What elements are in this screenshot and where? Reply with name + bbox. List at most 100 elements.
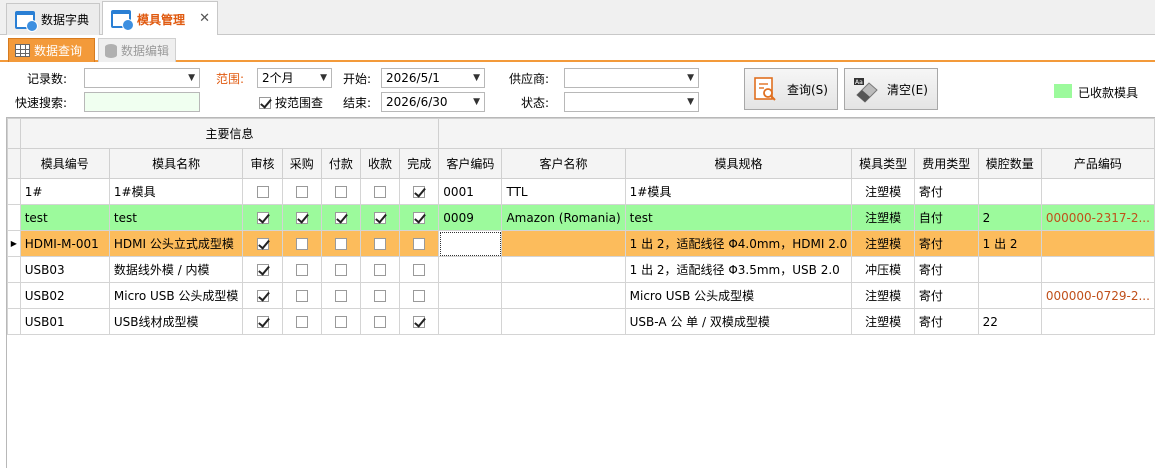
end-date-picker[interactable]: 2026/6/30 ▼ [381, 92, 485, 112]
checkbox-unchecked-icon[interactable] [374, 186, 387, 198]
quick-search-input[interactable] [84, 92, 200, 112]
column-header[interactable]: 模具规格 [624, 148, 853, 179]
checkbox-unchecked-icon[interactable] [295, 290, 308, 302]
cavity-count-cell[interactable] [977, 282, 1042, 309]
column-header[interactable]: 收款 [359, 148, 401, 179]
mold-spec-cell[interactable]: USB-A 公 单 / 双模成型模 [624, 308, 853, 335]
row-indicator[interactable] [7, 178, 21, 205]
receive-checkbox-cell[interactable] [359, 204, 401, 231]
row-indicator[interactable] [7, 256, 21, 283]
checkbox-unchecked-icon[interactable] [374, 238, 387, 250]
audit-checkbox-cell[interactable] [242, 178, 283, 205]
column-header[interactable]: 模具名称 [108, 148, 244, 179]
row-indicator[interactable] [7, 204, 21, 231]
audit-checkbox-cell[interactable] [242, 308, 283, 335]
column-header[interactable]: 模具类型 [851, 148, 915, 179]
pay-checkbox-cell[interactable] [320, 230, 361, 257]
customer-name-cell[interactable]: Amazon (Romania) [501, 204, 626, 231]
audit-checkbox-cell[interactable] [242, 204, 283, 231]
receive-checkbox-cell[interactable] [359, 308, 401, 335]
table-row[interactable]: ▶ HDMI-M-001 HDMI 公头立式成型模 1 出 2，适配线径 Φ4.0mm… [7, 230, 1155, 257]
receive-checkbox-cell[interactable] [359, 230, 401, 257]
checkbox-checked-icon[interactable] [256, 316, 269, 328]
mold-code-cell[interactable]: HDMI-M-001 [19, 230, 110, 257]
column-header[interactable]: 模腔数量 [977, 148, 1042, 179]
customer-name-cell[interactable] [501, 256, 626, 283]
checkbox-unchecked-icon[interactable] [295, 238, 308, 250]
mold-code-cell[interactable]: 1# [19, 178, 110, 205]
product-code-cell[interactable] [1040, 308, 1155, 335]
customer-code-cell[interactable] [438, 308, 503, 335]
mold-name-cell[interactable]: 数据线外模 / 内模 [108, 256, 244, 283]
column-header[interactable]: 客户名称 [501, 148, 626, 179]
column-header[interactable]: 审核 [242, 148, 283, 179]
purchase-checkbox-cell[interactable] [281, 256, 322, 283]
checkbox-checked-icon[interactable] [256, 264, 269, 276]
done-checkbox-cell[interactable] [399, 178, 440, 205]
checkbox-unchecked-icon[interactable] [334, 316, 347, 328]
table-row[interactable]: test test 0009 Amazon (Romania) test 注塑模 自付 2 00… [7, 204, 1155, 231]
purchase-checkbox-cell[interactable] [281, 308, 322, 335]
customer-code-cell[interactable] [438, 282, 503, 309]
done-checkbox-cell[interactable] [399, 282, 440, 309]
mold-name-cell[interactable]: test [108, 204, 244, 231]
checkbox-unchecked-icon[interactable] [295, 316, 308, 328]
checkbox-unchecked-icon[interactable] [413, 264, 426, 276]
checkbox-unchecked-icon[interactable] [334, 264, 347, 276]
mold-spec-cell[interactable]: test [624, 204, 853, 231]
fee-type-cell[interactable]: 寄付 [913, 308, 979, 335]
by-range-checkbox[interactable]: 按范围查 [259, 94, 323, 111]
mold-name-cell[interactable]: USB线材成型模 [108, 308, 244, 335]
cavity-count-cell[interactable] [977, 178, 1042, 205]
purchase-checkbox-cell[interactable] [281, 230, 322, 257]
checkbox-checked-icon[interactable] [374, 212, 387, 224]
pay-checkbox-cell[interactable] [320, 282, 361, 309]
customer-name-cell[interactable] [501, 308, 626, 335]
mold-type-cell[interactable]: 注塑模 [851, 204, 915, 231]
column-header[interactable]: 完成 [399, 148, 440, 179]
checkbox-checked-icon[interactable] [295, 212, 308, 224]
audit-checkbox-cell[interactable] [242, 256, 283, 283]
purchase-checkbox-cell[interactable] [281, 282, 322, 309]
checkbox-checked-icon[interactable] [259, 96, 271, 109]
checkbox-unchecked-icon[interactable] [256, 186, 269, 198]
mold-code-cell[interactable]: USB01 [19, 308, 110, 335]
fee-type-cell[interactable]: 寄付 [913, 282, 979, 309]
tab-data-query[interactable]: 数据查询 [8, 38, 95, 62]
checkbox-unchecked-icon[interactable] [334, 290, 347, 302]
status-select[interactable]: ▼ [564, 92, 699, 112]
receive-checkbox-cell[interactable] [359, 282, 401, 309]
customer-name-cell[interactable] [501, 282, 626, 309]
mold-spec-cell[interactable]: 1 出 2，适配线径 Φ4.0mm，HDMI 2.0 [624, 230, 853, 257]
mold-type-cell[interactable]: 冲压模 [851, 256, 915, 283]
tab-data-dictionary[interactable]: 数据字典 [6, 3, 100, 35]
done-checkbox-cell[interactable] [399, 308, 440, 335]
table-row[interactable]: 1# 1#模具 0001 TTL 1#模具 注塑模 寄付 [7, 178, 1155, 205]
mold-spec-cell[interactable]: 1#模具 [624, 178, 853, 205]
mold-type-cell[interactable]: 注塑模 [851, 178, 915, 205]
range-select[interactable]: 2个月 ▼ [257, 68, 332, 88]
checkbox-unchecked-icon[interactable] [295, 264, 308, 276]
column-header[interactable]: 采购 [281, 148, 322, 179]
done-checkbox-cell[interactable] [399, 256, 440, 283]
customer-code-cell[interactable] [438, 230, 503, 257]
checkbox-unchecked-icon[interactable] [334, 186, 347, 198]
customer-code-cell[interactable] [438, 256, 503, 283]
product-code-cell[interactable]: 000000-0729-2... [1040, 282, 1155, 309]
customer-name-cell[interactable]: TTL [501, 178, 626, 205]
supplier-select[interactable]: ▼ [564, 68, 699, 88]
record-count-select[interactable]: ▼ [84, 68, 200, 88]
close-icon[interactable]: ✕ [199, 11, 210, 26]
mold-name-cell[interactable]: HDMI 公头立式成型模 [108, 230, 244, 257]
tab-data-edit[interactable]: 数据编辑 [98, 38, 176, 62]
checkbox-checked-icon[interactable] [413, 316, 426, 328]
column-header[interactable]: 客户编码 [438, 148, 503, 179]
checkbox-unchecked-icon[interactable] [413, 290, 426, 302]
pay-checkbox-cell[interactable] [320, 178, 361, 205]
mold-spec-cell[interactable]: 1 出 2，适配线径 Φ3.5mm，USB 2.0 [624, 256, 853, 283]
table-row[interactable]: USB03 数据线外模 / 内模 1 出 2，适配线径 Φ3.5mm，USB 2.0… [7, 256, 1155, 283]
checkbox-checked-icon[interactable] [256, 212, 269, 224]
table-row[interactable]: USB01 USB线材成型模 USB-A 公 单 / 双模成型模 注塑模 寄付 22 [7, 308, 1155, 335]
column-header[interactable]: 付款 [320, 148, 361, 179]
pay-checkbox-cell[interactable] [320, 256, 361, 283]
